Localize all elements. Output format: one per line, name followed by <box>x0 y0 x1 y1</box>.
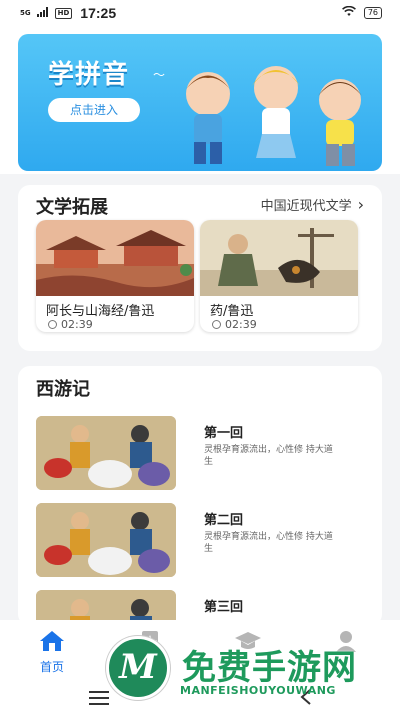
video-duration: 02:39 <box>212 318 257 331</box>
wifi-icon <box>341 5 356 21</box>
video-card[interactable]: 阿长与山海经/鲁迅 02:39 <box>36 220 194 332</box>
status-bar: 5G HD 17:25 76 <box>0 0 400 26</box>
video-thumbnail <box>200 220 358 296</box>
chevron-right-icon: › <box>357 195 364 214</box>
episode-thumbnail <box>36 416 176 490</box>
banner-enter-button[interactable]: 点击进入 <box>48 98 140 122</box>
clock-icon <box>48 320 57 329</box>
menu-gesture-icon[interactable] <box>88 688 110 706</box>
episode-thumbnail <box>36 503 176 577</box>
clock-icon <box>212 320 221 329</box>
duration-label: 02:39 <box>61 318 93 331</box>
watermark-subtext: MANFEISHOUYOUWANG <box>180 684 336 697</box>
status-left: 5G HD 17:25 <box>20 5 116 21</box>
section-more-label: 中国近现代文学 <box>260 199 352 214</box>
episode-title: 第二回 <box>204 513 244 528</box>
episode-title: 第三回 <box>204 600 244 615</box>
video-duration: 02:39 <box>48 318 93 331</box>
watermark-logo: M <box>106 636 170 700</box>
section-title: 西游记 <box>36 379 90 400</box>
xiyouji-section: 西游记 第一回 灵根孕育源流出，心性修 持大道生 第二回 灵根孕育源流出，心性修… <box>18 366 382 626</box>
episode-description: 灵根孕育源流出，心性修 持大道生 <box>204 445 333 467</box>
signal-bars-icon <box>36 7 49 19</box>
episode-item[interactable]: 第一回 灵根孕育源流出，心性修 持大道生 <box>36 416 376 494</box>
nav-item-home[interactable]: 首页 <box>22 630 82 675</box>
duration-label: 02:39 <box>225 318 257 331</box>
nav-label: 首页 <box>39 660 64 674</box>
section-more-link[interactable]: 中国近现代文学 › <box>261 195 364 214</box>
section-title: 文学拓展 <box>36 197 108 218</box>
video-title: 药/鲁迅 <box>210 304 254 319</box>
home-icon <box>40 631 64 651</box>
literature-section: 文学拓展 中国近现代文学 › 阿长与山海经/鲁迅 02:39 药/鲁迅 02:3… <box>18 185 382 351</box>
episode-title: 第一回 <box>204 426 244 441</box>
battery-indicator: 76 <box>363 7 382 19</box>
status-right: 76 <box>341 5 382 21</box>
video-card[interactable]: 药/鲁迅 02:39 <box>200 220 358 332</box>
status-time: 17:25 <box>80 5 117 21</box>
watermark-logo-letter: M <box>119 647 157 687</box>
pinyin-banner[interactable]: 学拼音 〜 点击进入 <box>18 34 382 171</box>
hd-badge: HD <box>54 7 73 19</box>
episode-item[interactable]: 第二回 灵根孕育源流出，心性修 持大道生 <box>36 503 376 581</box>
signal-indicator: 5G <box>20 8 31 17</box>
video-thumbnail <box>36 220 194 296</box>
kids-illustration <box>186 66 362 166</box>
watermark-text: 免费手游网 <box>182 648 357 688</box>
banner-title: 学拼音 <box>48 60 130 90</box>
video-title: 阿长与山海经/鲁迅 <box>46 304 155 319</box>
episode-description: 灵根孕育源流出，心性修 持大道生 <box>204 532 333 554</box>
